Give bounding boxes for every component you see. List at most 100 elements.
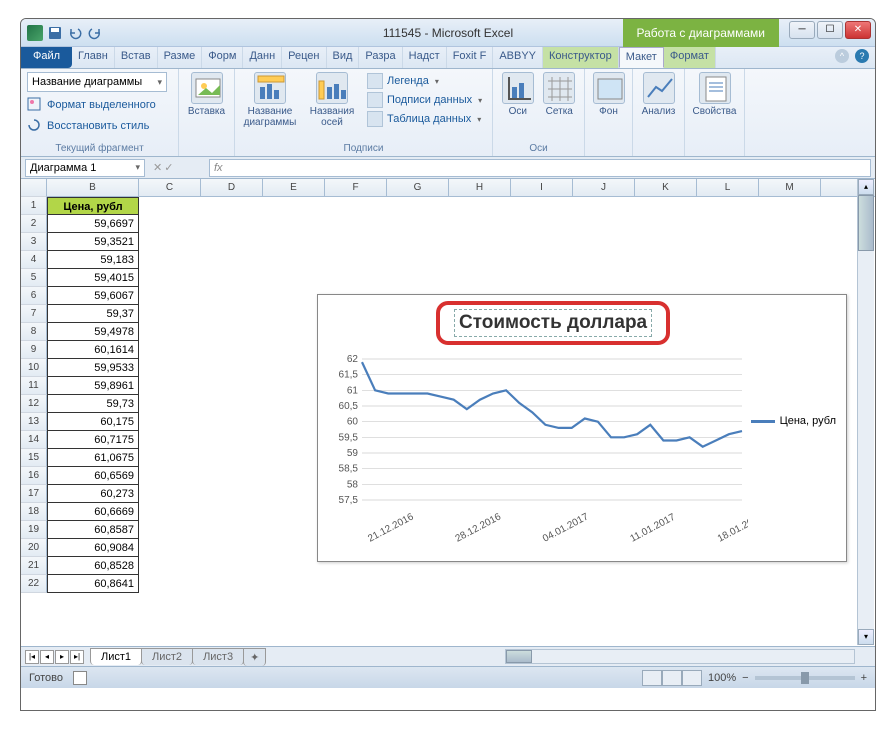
- minimize-ribbon-icon[interactable]: ^: [835, 49, 849, 63]
- enter-icon[interactable]: ✓: [164, 161, 173, 174]
- tab-view[interactable]: Вид: [327, 47, 360, 68]
- sheet-first-icon[interactable]: |◂: [25, 650, 39, 664]
- formula-input[interactable]: fx: [209, 159, 871, 177]
- col-header-I[interactable]: I: [511, 179, 573, 196]
- sheet-tab-3[interactable]: Лист3: [192, 648, 244, 665]
- col-header-B[interactable]: B: [47, 179, 139, 196]
- background-button[interactable]: Фон: [591, 72, 626, 117]
- col-header-K[interactable]: K: [635, 179, 697, 196]
- sheet-tab-1[interactable]: Лист1: [90, 648, 142, 665]
- col-header-H[interactable]: H: [449, 179, 511, 196]
- svg-text:59: 59: [347, 448, 359, 459]
- tab-home[interactable]: Главн: [72, 47, 115, 68]
- sheet-prev-icon[interactable]: ◂: [40, 650, 54, 664]
- tab-formulas[interactable]: Форм: [202, 47, 243, 68]
- svg-text:58,5: 58,5: [339, 464, 359, 475]
- chart-element-combo[interactable]: Название диаграммы: [27, 72, 167, 92]
- analysis-button[interactable]: Анализ: [639, 72, 678, 117]
- name-box[interactable]: Диаграмма 1: [25, 159, 145, 177]
- axes-button[interactable]: Оси: [499, 72, 537, 117]
- ribbon: Название диаграммы Формат выделенного Во…: [21, 69, 875, 157]
- cancel-icon[interactable]: ✕: [153, 161, 162, 174]
- chart-title[interactable]: Стоимость доллара: [454, 309, 652, 337]
- tab-insert[interactable]: Встав: [115, 47, 158, 68]
- vertical-scrollbar[interactable]: ▴ ▾: [857, 179, 874, 645]
- undo-icon[interactable]: [67, 25, 83, 41]
- col-header-E[interactable]: E: [263, 179, 325, 196]
- scroll-down-icon[interactable]: ▾: [858, 629, 874, 645]
- zoom-in-button[interactable]: +: [861, 672, 867, 684]
- tab-chart-design[interactable]: Конструктор: [543, 47, 619, 68]
- group-axes: Оси: [499, 142, 578, 155]
- insert-button[interactable]: Вставка: [185, 72, 228, 117]
- page-break-view-button[interactable]: [682, 670, 702, 686]
- sheet-tab-2[interactable]: Лист2: [141, 648, 193, 665]
- svg-text:57,5: 57,5: [339, 495, 359, 506]
- svg-text:62: 62: [347, 355, 359, 365]
- grid-button[interactable]: Сетка: [541, 72, 579, 117]
- zoom-slider[interactable]: [755, 676, 855, 680]
- legend-series-line: [751, 420, 775, 423]
- format-selection-button[interactable]: Формат выделенного: [27, 97, 156, 113]
- zoom-level[interactable]: 100%: [708, 672, 736, 684]
- axis-titles-button[interactable]: Названия осей: [303, 72, 361, 128]
- col-header-G[interactable]: G: [387, 179, 449, 196]
- chart-title-button[interactable]: Название диаграммы: [241, 72, 299, 128]
- select-all-corner[interactable]: [21, 179, 47, 197]
- tab-abbyy[interactable]: ABBYY: [493, 47, 543, 68]
- sheet-last-icon[interactable]: ▸|: [70, 650, 84, 664]
- svg-text:28.12.2016: 28.12.2016: [454, 511, 504, 544]
- reset-icon: [27, 118, 43, 134]
- legend-button[interactable]: Легенда: [365, 72, 484, 90]
- tab-layout[interactable]: Разме: [158, 47, 203, 68]
- properties-button[interactable]: Свойства: [691, 72, 738, 117]
- tab-chart-layout[interactable]: Макет: [619, 47, 664, 68]
- col-header-D[interactable]: D: [201, 179, 263, 196]
- normal-view-button[interactable]: [642, 670, 662, 686]
- tab-foxit[interactable]: Foxit F: [447, 47, 494, 68]
- analysis-icon: [643, 72, 675, 104]
- formula-bar: Диаграмма 1 ✕ ✓ fx: [21, 157, 875, 179]
- redo-icon[interactable]: [87, 25, 103, 41]
- data-labels-button[interactable]: Подписи данных: [365, 91, 484, 109]
- quick-access-toolbar: [21, 25, 103, 41]
- svg-text:61,5: 61,5: [339, 370, 359, 381]
- excel-logo-icon: [27, 25, 43, 41]
- chart-legend[interactable]: Цена, рубл: [751, 415, 836, 427]
- help-icon[interactable]: ?: [855, 49, 869, 63]
- close-button[interactable]: ✕: [845, 21, 871, 39]
- chart-tools-contextual-label: Работа с диаграммами: [623, 19, 780, 47]
- reset-style-button[interactable]: Восстановить стиль: [27, 118, 149, 134]
- svg-text:60: 60: [347, 417, 359, 428]
- sheet-nav: |◂ ◂ ▸ ▸|: [25, 650, 84, 664]
- window-title: 111545 - Microsoft Excel: [383, 26, 513, 40]
- chart-plot-area[interactable]: 57,55858,55959,56060,56161,56221.12.2016…: [328, 355, 748, 550]
- scroll-up-icon[interactable]: ▴: [858, 179, 874, 195]
- tab-developer[interactable]: Разра: [359, 47, 402, 68]
- col-header-L[interactable]: L: [697, 179, 759, 196]
- page-layout-view-button[interactable]: [662, 670, 682, 686]
- tab-addins[interactable]: Надст: [403, 47, 447, 68]
- tab-data[interactable]: Данн: [243, 47, 282, 68]
- tab-chart-format[interactable]: Формат: [664, 47, 716, 68]
- save-icon[interactable]: [47, 25, 63, 41]
- maximize-button[interactable]: ☐: [817, 21, 843, 39]
- grid-icon: [543, 72, 575, 104]
- data-table-icon: [367, 111, 383, 127]
- col-header-F[interactable]: F: [325, 179, 387, 196]
- minimize-button[interactable]: ─: [789, 21, 815, 39]
- file-tab[interactable]: Файл: [21, 47, 72, 68]
- embedded-chart[interactable]: Стоимость доллара 57,55858,55959,56060,5…: [317, 294, 847, 562]
- data-table-button[interactable]: Таблица данных: [365, 110, 484, 128]
- macro-record-icon[interactable]: [73, 671, 87, 685]
- col-header-C[interactable]: C: [139, 179, 201, 196]
- col-header-M[interactable]: M: [759, 179, 821, 196]
- worksheet-grid[interactable]: B C D E F G H I J K L M 1Цена, рубл259,6…: [21, 179, 875, 646]
- horizontal-scrollbar[interactable]: [505, 649, 855, 664]
- sheet-next-icon[interactable]: ▸: [55, 650, 69, 664]
- svg-text:18.01.2017: 18.01.2017: [716, 511, 748, 544]
- new-sheet-button[interactable]: ✦: [243, 648, 266, 666]
- tab-review[interactable]: Рецен: [282, 47, 326, 68]
- zoom-out-button[interactable]: −: [742, 672, 748, 684]
- col-header-J[interactable]: J: [573, 179, 635, 196]
